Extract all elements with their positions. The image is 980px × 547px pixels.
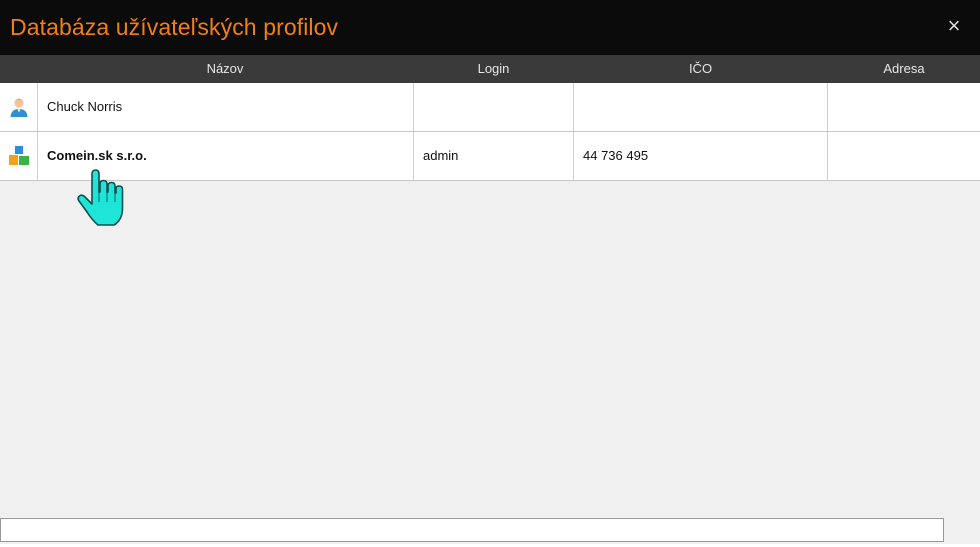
column-header-ico[interactable]: IČO [574,55,827,83]
cell-adresa [828,83,980,131]
window-title: Databáza užívateľských profilov [10,14,339,40]
cell-login [414,83,574,131]
person-icon [10,98,28,117]
hand-pointer-icon [77,169,124,226]
company-blocks-icon [9,146,29,165]
cell-login: admin [414,132,574,180]
row-icon-cell [0,83,38,131]
cell-adresa [828,132,980,180]
column-header-adresa[interactable]: Adresa [828,55,980,83]
profiles-table: Chuck Norris Comein.sk s.r.o. admin 44 7… [0,83,980,181]
row-icon-cell [0,132,38,180]
table-row[interactable]: Comein.sk s.r.o. admin 44 736 495 [0,132,980,181]
cell-ico [574,83,828,131]
title-bar: Databáza užívateľských profilov × [0,0,980,55]
column-header-nazov[interactable]: Názov [37,55,413,83]
table-row[interactable]: Chuck Norris [0,83,980,132]
search-input[interactable] [0,518,944,542]
close-icon[interactable]: × [942,14,966,38]
cell-ico: 44 736 495 [574,132,828,180]
column-header-login[interactable]: Login [414,55,573,83]
cell-nazov: Chuck Norris [38,83,414,131]
table-header: Názov Login IČO Adresa [0,55,980,83]
